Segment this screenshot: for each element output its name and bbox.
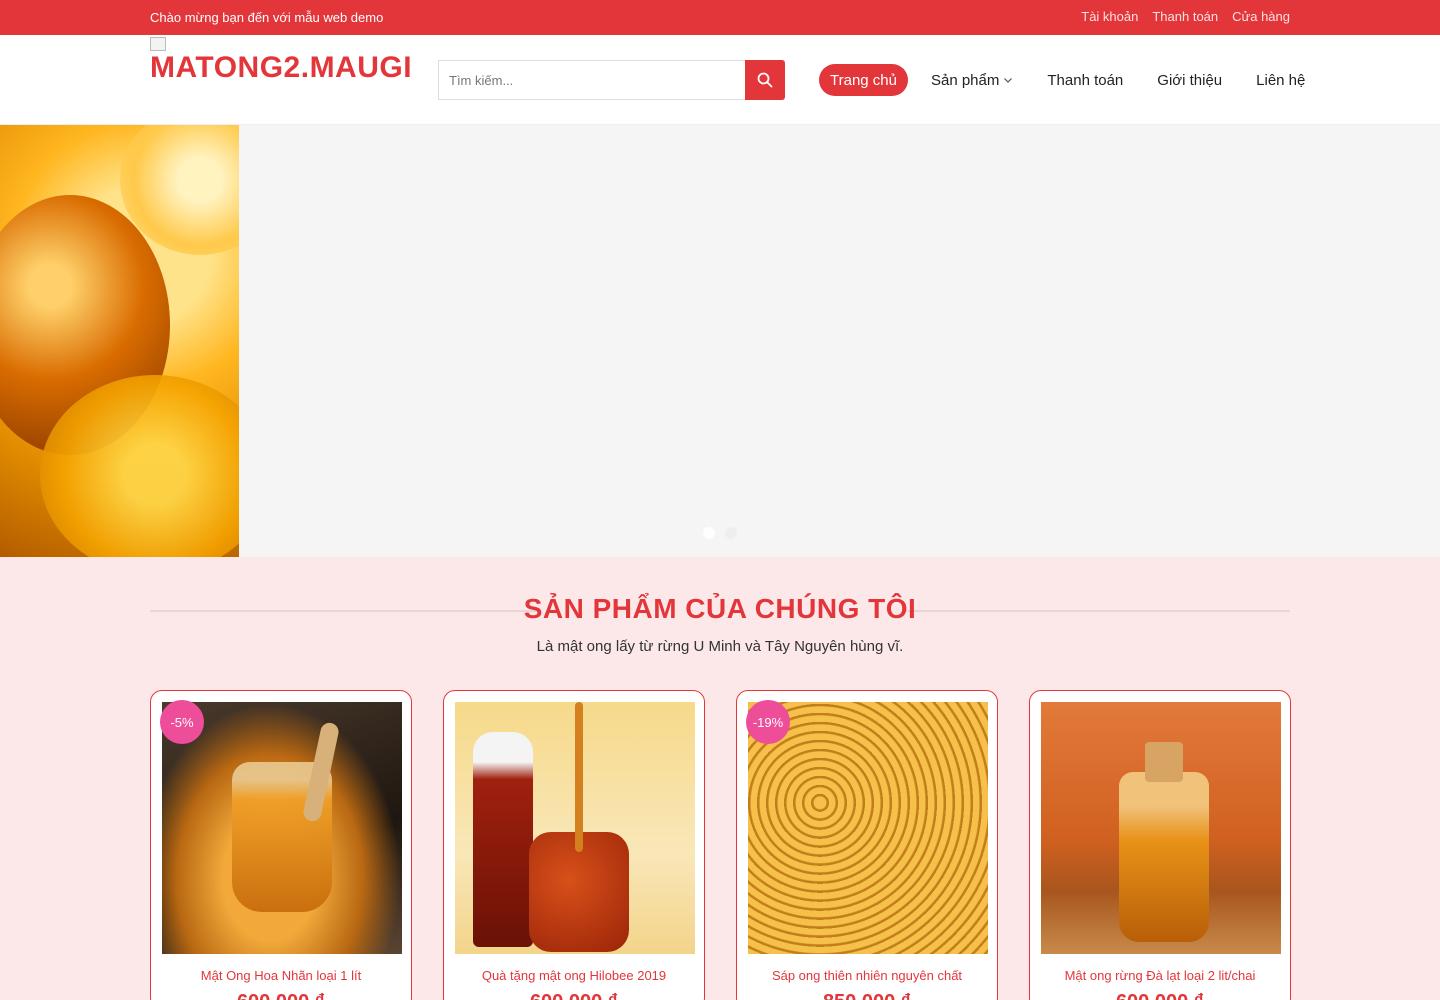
discount-badge: -19%: [746, 700, 790, 744]
logo-text: MATONG2.MAUGI: [150, 51, 412, 84]
discount-badge: -5%: [160, 700, 204, 744]
slider-dots: [703, 527, 737, 539]
product-price: 600.000 ₫: [162, 991, 400, 1000]
broken-image-icon: [150, 37, 166, 51]
product-image[interactable]: [748, 702, 988, 954]
product-name[interactable]: Mật Ong Hoa Nhãn loại 1 lít: [162, 968, 400, 983]
top-bar: Chào mừng bạn đến với mẫu web demo Tài k…: [0, 0, 1440, 35]
product-price: 850.000 ₫: [748, 991, 986, 1000]
product-image[interactable]: [162, 702, 402, 954]
top-links: Tài khoản Thanh toán Cửa hàng: [1081, 9, 1290, 24]
section-title: SẢN PHẨM CỦA CHÚNG TÔI: [523, 593, 917, 624]
product-card[interactable]: -19% Sáp ong thiên nhiên nguyên chất 850…: [736, 690, 998, 1000]
product-image[interactable]: [1041, 702, 1281, 954]
product-name[interactable]: Sáp ong thiên nhiên nguyên chất: [748, 968, 986, 983]
product-price: 600.000 ₫: [1041, 991, 1279, 1000]
nav-item-home[interactable]: Trang chủ: [819, 64, 908, 96]
honey-banner-image: [0, 125, 239, 557]
top-link-shop[interactable]: Cửa hàng: [1232, 9, 1290, 24]
top-link-account[interactable]: Tài khoản: [1081, 9, 1138, 24]
product-price: 600.000 ₫: [455, 991, 693, 1000]
product-grid: -5% Mật Ong Hoa Nhãn loại 1 lít 600.000 …: [150, 690, 1291, 1000]
search-button[interactable]: [745, 60, 785, 100]
section-subtitle: Là mật ong lấy từ rừng U Minh và Tây Ngu…: [536, 638, 904, 655]
main-nav: Trang chủ Sản phẩm Thanh toán Giới thiệu…: [819, 64, 1339, 96]
site-header: MATONG2.MAUGI Trang chủ Sản phẩm Thanh t…: [0, 35, 1440, 125]
product-image[interactable]: [455, 702, 695, 954]
nav-item-products[interactable]: Sản phẩm: [931, 64, 1013, 96]
welcome-text: Chào mừng bạn đến với mẫu web demo: [150, 10, 384, 25]
hero-slider[interactable]: [0, 125, 1440, 557]
products-section-header: SẢN PHẨM CỦA CHÚNG TÔI: [150, 590, 1290, 630]
product-name[interactable]: Quà tặng mật ong Hilobee 2019: [455, 968, 693, 983]
nav-item-checkout[interactable]: Thanh toán: [1047, 64, 1123, 96]
nav-item-about[interactable]: Giới thiệu: [1157, 64, 1222, 96]
search-form: [438, 60, 785, 100]
search-icon: [757, 72, 773, 88]
top-link-checkout[interactable]: Thanh toán: [1152, 9, 1218, 24]
product-name[interactable]: Mật ong rừng Đà lạt loại 2 lit/chai: [1041, 968, 1279, 983]
product-card[interactable]: Mật ong rừng Đà lạt loại 2 lit/chai 600.…: [1029, 690, 1291, 1000]
search-input[interactable]: [438, 60, 745, 100]
nav-item-products-label: Sản phẩm: [930, 71, 1000, 89]
slider-dot-2[interactable]: [725, 527, 737, 539]
product-card[interactable]: -5% Mật Ong Hoa Nhãn loại 1 lít 600.000 …: [150, 690, 412, 1000]
chevron-down-icon: [1003, 75, 1013, 85]
site-logo[interactable]: MATONG2.MAUGI: [150, 35, 412, 95]
slider-dot-1[interactable]: [703, 527, 715, 539]
product-card[interactable]: Quà tặng mật ong Hilobee 2019 600.000 ₫: [443, 690, 705, 1000]
nav-item-contact[interactable]: Liên hệ: [1256, 64, 1305, 96]
